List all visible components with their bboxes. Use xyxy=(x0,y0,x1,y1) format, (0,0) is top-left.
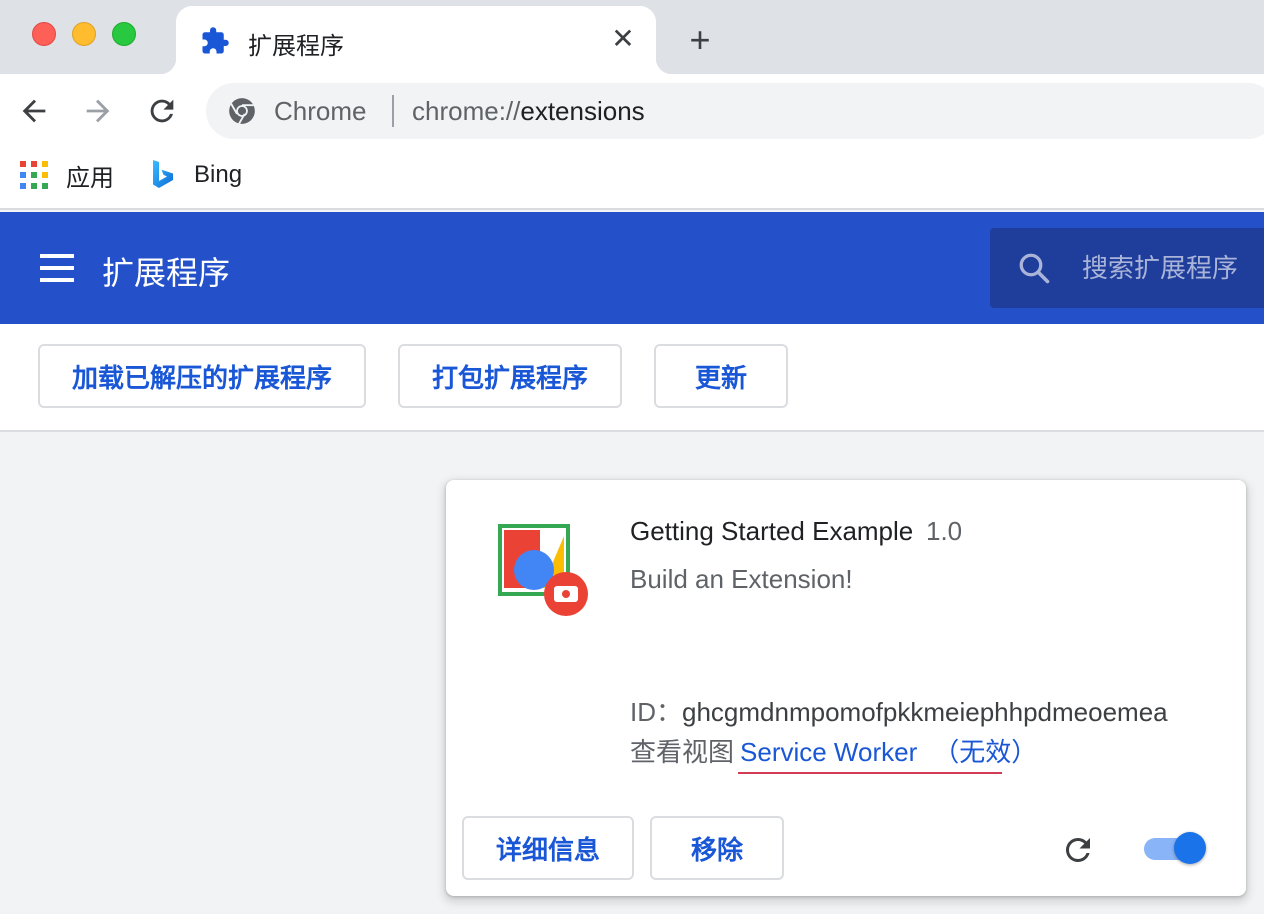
id-label: ID： xyxy=(630,697,683,727)
reload-icon[interactable] xyxy=(145,94,179,128)
inspect-views: 查看视图 Service Worker （无效） xyxy=(630,732,1037,769)
extension-id: ID：ghcgmdnmpomofpkkmeiephhpdmeoemea xyxy=(630,692,1168,729)
chrome-logo-icon xyxy=(229,98,255,125)
load-unpacked-button[interactable]: 加载已解压的扩展程序 xyxy=(38,344,366,408)
minimize-window-button[interactable] xyxy=(72,22,96,46)
id-value: ghcgmdnmpomofpkkmeiephhpdmeoemea xyxy=(682,697,1168,727)
tab-extensions[interactable]: 扩展程序 ✕ xyxy=(160,6,672,74)
error-underline xyxy=(738,772,1002,774)
browser-toolbar: Chrome chrome://extensions xyxy=(0,74,1264,148)
site-label: Chrome xyxy=(274,96,367,126)
apps-grid-icon xyxy=(20,161,48,189)
reload-extension-icon[interactable] xyxy=(1060,832,1096,868)
new-tab-button[interactable]: + xyxy=(684,22,716,58)
search-box[interactable] xyxy=(990,228,1264,308)
close-tab-icon[interactable]: ✕ xyxy=(608,24,638,54)
extensions-header: 扩展程序 xyxy=(0,212,1264,324)
extension-description: Build an Extension! xyxy=(630,564,853,594)
forward-arrow-icon[interactable] xyxy=(81,94,115,128)
remove-button[interactable]: 移除 xyxy=(650,816,784,880)
back-arrow-icon[interactable] xyxy=(17,94,51,128)
tab-title: 扩展程序 xyxy=(248,33,344,60)
divider xyxy=(392,95,394,127)
url-text: chrome://extensions xyxy=(412,96,645,127)
url-path: extensions xyxy=(520,96,645,126)
views-label: 查看视图 xyxy=(630,737,735,767)
details-button[interactable]: 详细信息 xyxy=(462,816,634,880)
update-button[interactable]: 更新 xyxy=(654,344,788,408)
menu-icon[interactable] xyxy=(40,254,74,282)
extension-logo-icon xyxy=(498,524,588,616)
inactive-label: （无效） xyxy=(933,737,1038,767)
developer-actions-bar: 加载已解压的扩展程序 打包扩展程序 更新 xyxy=(0,324,1264,432)
extension-card: Getting Started Example 1.0 Build an Ext… xyxy=(446,480,1246,896)
url-scheme: chrome:// xyxy=(412,96,521,126)
search-icon xyxy=(1019,253,1050,284)
bookmark-label: 应用 xyxy=(66,164,114,192)
address-bar[interactable]: Chrome chrome://extensions xyxy=(206,83,1264,139)
extension-name: Getting Started Example xyxy=(630,516,914,546)
search-input[interactable] xyxy=(1082,248,1262,288)
pack-extension-button[interactable]: 打包扩展程序 xyxy=(398,344,622,408)
bookmark-apps[interactable]: 应用 xyxy=(20,158,114,192)
toggle-knob xyxy=(1174,832,1206,864)
bing-icon xyxy=(153,160,173,188)
bookmark-label: Bing xyxy=(194,161,243,188)
bookmarks-bar: 应用 Bing xyxy=(0,148,1264,210)
tab-strip: 扩展程序 ✕ + xyxy=(0,0,1264,74)
bookmark-bing[interactable]: Bing xyxy=(150,158,242,192)
maximize-window-button[interactable] xyxy=(112,22,136,46)
page-title: 扩展程序 xyxy=(102,255,231,291)
puzzle-icon xyxy=(202,27,229,54)
close-window-button[interactable] xyxy=(32,22,56,46)
extension-version: 1.0 xyxy=(926,516,963,546)
enable-toggle[interactable] xyxy=(1144,832,1206,864)
service-worker-link[interactable]: Service Worker xyxy=(740,737,917,767)
